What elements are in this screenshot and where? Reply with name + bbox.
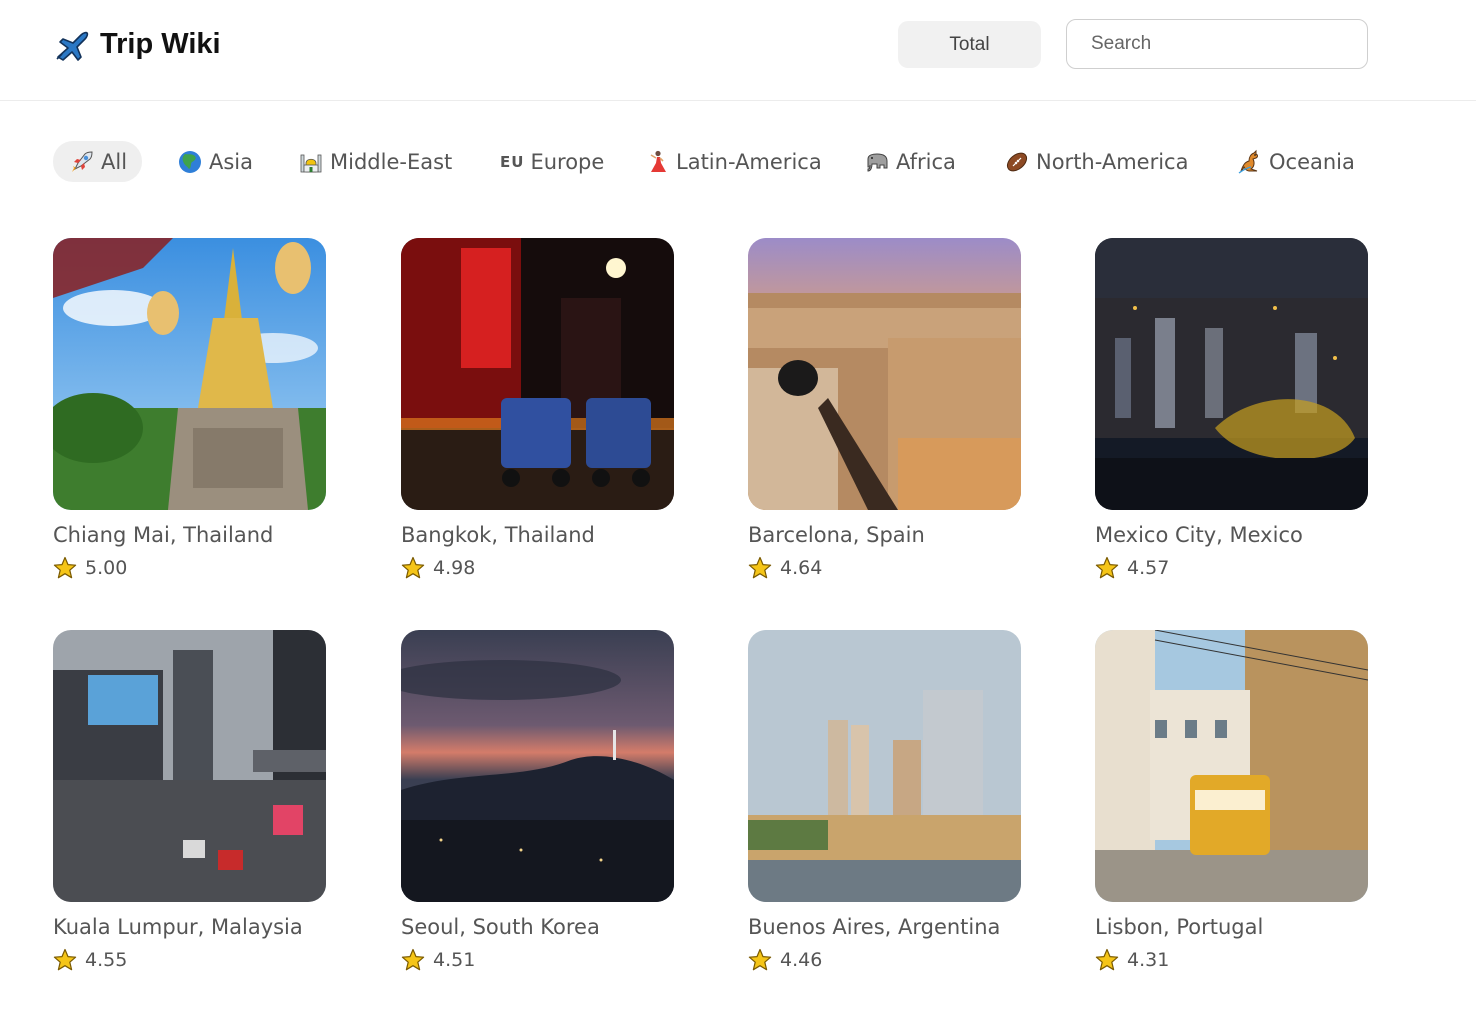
destination-rating: 4.64: [748, 555, 1021, 581]
logo[interactable]: Trip Wiki: [54, 26, 221, 62]
airplane-icon: [56, 31, 89, 61]
destination-name[interactable]: Seoul, South Korea: [401, 914, 674, 940]
destination-rating: 4.57: [1095, 555, 1368, 581]
rating-value: 4.46: [780, 949, 823, 971]
rating-value: 4.98: [433, 557, 476, 579]
destination-card-kuala-lumpur[interactable]: Kuala Lumpur, Malaysia 4.55: [53, 630, 326, 973]
category-filter-bar: All Asia Middle-East EU Europe Latin-Ame…: [53, 141, 1433, 182]
rating-value: 4.57: [1127, 557, 1170, 579]
destination-photo[interactable]: [748, 630, 1021, 902]
category-africa[interactable]: Africa: [864, 141, 956, 182]
destination-name[interactable]: Kuala Lumpur, Malaysia: [53, 914, 326, 940]
category-label: Oceania: [1269, 149, 1355, 174]
destination-name[interactable]: Lisbon, Portugal: [1095, 914, 1368, 940]
star-icon: [748, 948, 772, 971]
destination-rating: 5.00: [53, 555, 326, 581]
kangaroo-icon: [1238, 149, 1258, 174]
dancer-icon: [650, 150, 666, 172]
destination-name[interactable]: Buenos Aires, Argentina: [748, 914, 1021, 940]
destination-name[interactable]: Mexico City, Mexico: [1095, 522, 1368, 548]
elephant-icon: [867, 152, 888, 172]
star-icon: [401, 556, 425, 579]
category-label: Middle-East: [330, 149, 453, 174]
category-label: All: [101, 149, 128, 174]
destination-card-lisbon[interactable]: Lisbon, Portugal 4.31: [1095, 630, 1368, 973]
star-icon: [748, 556, 772, 579]
category-label: Africa: [896, 149, 956, 174]
destination-card-buenos-aires[interactable]: Buenos Aires, Argentina 4.46: [748, 630, 1021, 973]
destination-rating: 4.98: [401, 555, 674, 581]
destination-name[interactable]: Bangkok, Thailand: [401, 522, 674, 548]
destination-rating: 4.31: [1095, 947, 1368, 973]
top-bar: Trip Wiki Total: [0, 0, 1476, 101]
category-latin-america[interactable]: Latin-America: [644, 141, 822, 182]
destination-photo[interactable]: [53, 238, 326, 510]
destination-photo[interactable]: [401, 630, 674, 902]
app-title: Trip Wiki: [100, 27, 221, 60]
total-button[interactable]: Total: [898, 21, 1041, 68]
rocket-icon: [72, 150, 93, 172]
destination-photo[interactable]: [1095, 238, 1368, 510]
destination-card-chiang-mai[interactable]: Chiang Mai, Thailand 5.00: [53, 238, 326, 581]
mosque-icon: [300, 154, 322, 172]
star-icon: [53, 556, 77, 579]
destination-photo[interactable]: [1095, 630, 1368, 902]
star-icon: [53, 948, 77, 971]
destination-card-barcelona[interactable]: Barcelona, Spain 4.64: [748, 238, 1021, 581]
destination-rating: 4.46: [748, 947, 1021, 973]
star-icon: [1095, 556, 1119, 579]
category-all[interactable]: All: [53, 141, 143, 182]
search-input[interactable]: [1066, 19, 1368, 69]
category-north-america[interactable]: North-America: [1004, 141, 1188, 182]
category-europe[interactable]: EU Europe: [500, 141, 604, 182]
category-label: Latin-America: [676, 149, 822, 174]
destination-card-bangkok[interactable]: Bangkok, Thailand 4.98: [401, 238, 674, 581]
star-icon: [401, 948, 425, 971]
globe-asia-icon: [179, 150, 201, 173]
destination-name[interactable]: Barcelona, Spain: [748, 522, 1021, 548]
star-icon: [1095, 948, 1119, 971]
rating-value: 4.64: [780, 557, 823, 579]
destination-card-mexico-city[interactable]: Mexico City, Mexico 4.57: [1095, 238, 1368, 581]
football-icon: [1006, 152, 1028, 171]
category-asia[interactable]: Asia: [177, 141, 253, 182]
destination-photo[interactable]: [401, 238, 674, 510]
category-label: North-America: [1036, 149, 1189, 174]
destination-rating: 4.51: [401, 947, 674, 973]
rating-value: 5.00: [85, 557, 128, 579]
category-middle-east[interactable]: Middle-East: [298, 141, 452, 182]
destination-rating: 4.55: [53, 947, 326, 973]
category-oceania[interactable]: Oceania: [1237, 141, 1355, 182]
category-label: Asia: [209, 149, 254, 174]
rating-value: 4.51: [433, 949, 476, 971]
destination-card-seoul[interactable]: Seoul, South Korea 4.51: [401, 630, 674, 973]
rating-value: 4.31: [1127, 949, 1170, 971]
destination-name[interactable]: Chiang Mai, Thailand: [53, 522, 326, 548]
eu-flag-icon: EU: [500, 152, 525, 171]
destination-photo[interactable]: [748, 238, 1021, 510]
category-label: Europe: [530, 149, 605, 174]
rating-value: 4.55: [85, 949, 128, 971]
destination-photo[interactable]: [53, 630, 326, 902]
